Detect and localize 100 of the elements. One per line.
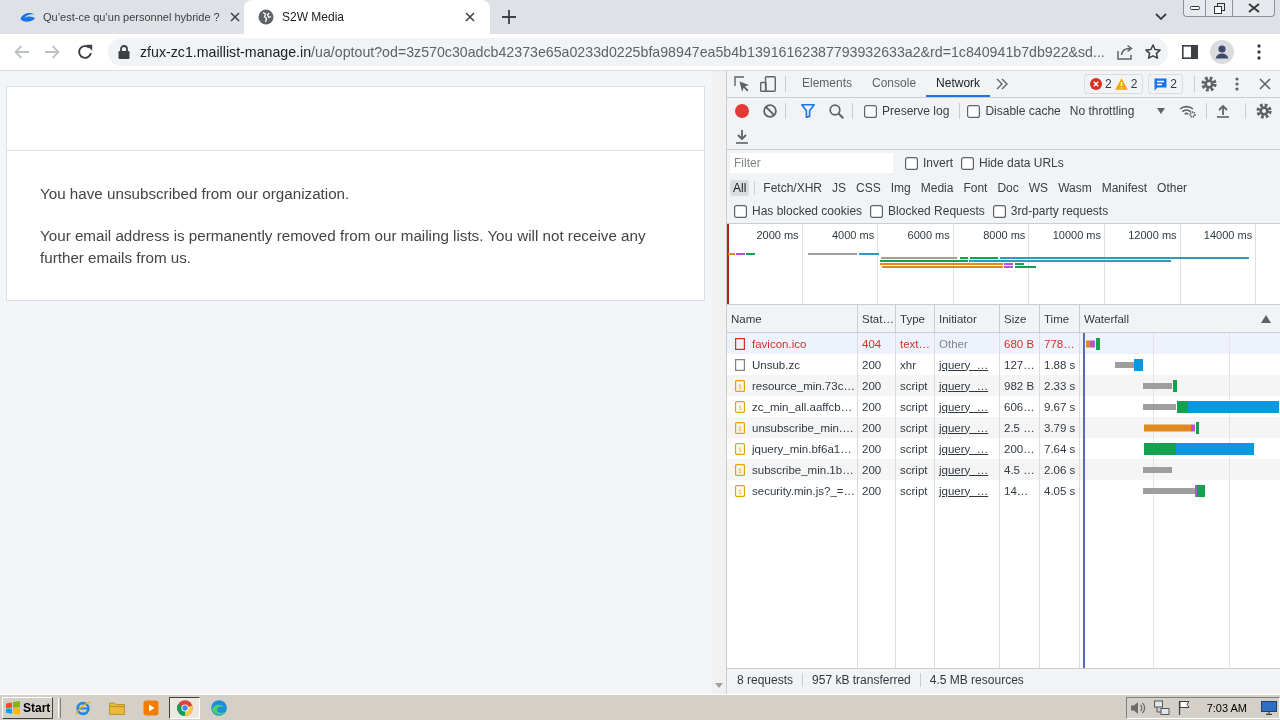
taskbar-app-button[interactable]	[169, 696, 200, 719]
throttling-select[interactable]: No throttling	[1065, 100, 1169, 122]
request-name[interactable]: security.min.js?_=…	[752, 484, 855, 497]
waterfall-bar	[1143, 466, 1172, 473]
request-row[interactable]: security.min.js?_=… 200 script jquery_… 14… 4.05 s	[727, 480, 1280, 501]
type-filter[interactable]: All	[730, 179, 750, 196]
column-header[interactable]: Size	[1000, 305, 1040, 332]
tick-label: 14000 ms	[1203, 229, 1253, 241]
start-button[interactable]: Start	[2, 696, 53, 719]
request-name[interactable]: Unsub.zc	[752, 358, 800, 371]
request-row[interactable]: subscribe_min.1b… 200 script jquery_… 4.5 … 2.06 s	[727, 459, 1280, 480]
column-header[interactable]: Waterfall	[1080, 305, 1280, 332]
status-code: 200	[862, 400, 882, 413]
type-filter[interactable]: Manifest	[1098, 179, 1151, 196]
checkbox[interactable]	[864, 104, 877, 118]
sort-ascending-icon	[1261, 314, 1271, 323]
phone-tablet-icon	[760, 76, 776, 92]
minimize-button[interactable]	[1183, 0, 1206, 17]
request-name[interactable]: unsubscribe_min.…	[752, 421, 854, 434]
share-icon[interactable]	[1117, 44, 1133, 60]
status-text: 957 kB transferred	[812, 673, 911, 687]
script-file-icon	[735, 421, 745, 434]
network-icon[interactable]	[1153, 699, 1170, 716]
request-name[interactable]: resource_min.73c…	[752, 379, 855, 392]
initiator-link[interactable]: jquery_…	[939, 484, 989, 497]
checkbox[interactable]	[905, 156, 918, 170]
initiator-link[interactable]: jquery_…	[939, 400, 989, 413]
request-name[interactable]: zc_min_all.aaffcb…	[752, 400, 853, 413]
request-row[interactable]: resource_min.73c… 200 script jquery_… 982 B 2.33 s	[727, 375, 1280, 396]
profile-avatar-icon[interactable]	[1210, 40, 1234, 64]
initiator-link[interactable]: jquery_…	[939, 358, 989, 371]
record-icon	[735, 104, 749, 118]
checkbox[interactable]	[734, 204, 747, 218]
initiator-link[interactable]: jquery_…	[939, 379, 989, 392]
panel-tab[interactable]: Console	[862, 71, 927, 97]
request-row[interactable]: unsubscribe_min.… 200 script jquery_… 2.5 … 3.79 s	[727, 417, 1280, 438]
upload-icon	[1216, 104, 1229, 118]
settings-icon	[1201, 76, 1217, 92]
type-filter[interactable]: Img	[887, 179, 914, 196]
initiator-link[interactable]: jquery_…	[939, 421, 989, 434]
request-name[interactable]: jquery_min.bf6a1…	[752, 442, 852, 455]
bookmark-star-icon[interactable]	[1145, 44, 1161, 60]
panel-tab[interactable]: Elements	[792, 71, 863, 97]
request-time: 2.33 s	[1044, 379, 1076, 392]
initiator-link[interactable]: jquery_…	[939, 463, 989, 476]
type-filter[interactable]: WS	[1025, 179, 1052, 196]
checkbox[interactable]	[992, 204, 1006, 218]
swirl-icon	[20, 11, 36, 23]
issues-counter-button[interactable]: 2 2	[1083, 74, 1144, 94]
close-icon	[465, 12, 475, 22]
scroll-down-arrow-icon	[715, 683, 723, 688]
flag-icon[interactable]	[1177, 699, 1192, 716]
checkbox-label: 3rd-party requests	[1010, 204, 1109, 218]
waterfall-bar	[1115, 358, 1143, 371]
minimize-icon	[1189, 6, 1200, 10]
checkbox[interactable]	[967, 104, 981, 118]
request-name[interactable]: favicon.ico	[752, 337, 807, 350]
browser-tab[interactable]: S2W Media	[244, 0, 490, 34]
tick-label: 8000 ms	[983, 229, 1026, 241]
type-filter[interactable]: Fetch/XHR	[760, 179, 826, 196]
type-filter[interactable]: Other	[1154, 179, 1191, 196]
request-row[interactable]: favicon.ico 404 text… Other 680 B 778…	[727, 333, 1280, 354]
column-header[interactable]: Time	[1040, 305, 1080, 332]
script-file-icon	[735, 442, 745, 455]
type-filter[interactable]: CSS	[853, 179, 884, 196]
column-header[interactable]: Initiator	[935, 305, 1000, 332]
type-filter[interactable]: Wasm	[1055, 179, 1095, 196]
messages-counter-button[interactable]: 2	[1148, 74, 1183, 94]
error-icon	[1089, 78, 1102, 90]
lock-icon	[118, 45, 130, 59]
column-header[interactable]: Name	[727, 305, 858, 332]
circle-logo-icon	[176, 699, 193, 716]
browser-tab[interactable]: Qu’est-ce qu’un personnel hybride ?	[8, 0, 244, 34]
column-header[interactable]: Stat…	[858, 305, 896, 332]
status-code: 200	[862, 358, 882, 371]
request-time: 2.06 s	[1044, 463, 1076, 476]
request-time: 1.88 s	[1044, 358, 1076, 371]
vertical-scrollbar[interactable]	[712, 71, 726, 694]
tick-label: 2000 ms	[756, 229, 799, 241]
transfer-size: 680 B	[1004, 337, 1035, 350]
restore-button[interactable]	[1206, 0, 1233, 17]
close-window-button[interactable]	[1233, 0, 1275, 17]
type-filter[interactable]: Media	[917, 179, 957, 196]
request-name[interactable]: subscribe_min.1b…	[752, 463, 854, 476]
checkbox[interactable]	[961, 156, 974, 170]
type-filter[interactable]: JS	[829, 179, 850, 196]
checkbox-label: Invert	[923, 156, 953, 170]
speaker-icon[interactable]	[1129, 699, 1146, 716]
wave-logo-icon	[210, 699, 227, 716]
column-header[interactable]: Type	[896, 305, 935, 332]
type-filter[interactable]: Doc	[994, 179, 1022, 196]
filter-input[interactable]: Filter	[730, 153, 893, 173]
status-text: 8 requests	[737, 673, 794, 687]
cursor-in-box-icon	[734, 76, 750, 92]
download-icon	[736, 129, 748, 144]
checkbox[interactable]	[870, 204, 884, 218]
monitor-icon[interactable]	[1261, 700, 1277, 715]
initiator-link[interactable]: jquery_…	[939, 442, 989, 455]
resource-type: script	[900, 442, 928, 455]
type-filter[interactable]: Font	[960, 179, 991, 196]
